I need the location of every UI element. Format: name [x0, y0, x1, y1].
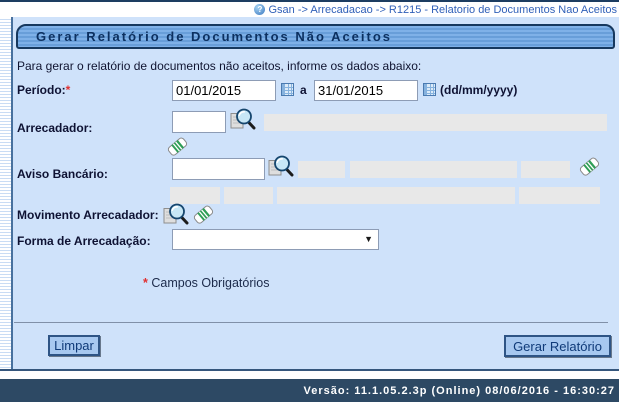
footer-divider [14, 322, 608, 323]
periodo-label: Período:* [17, 83, 70, 97]
periodo-required-marker: * [65, 83, 71, 97]
aviso-bancario-code-input[interactable] [172, 158, 265, 180]
forma-arrecadacao-label: Forma de Arrecadação: [17, 234, 151, 248]
arrecadador-search-icon[interactable] [229, 108, 256, 130]
movimento-arrecadador-label: Movimento Arrecadador: [17, 208, 159, 222]
movimento-clear-icon[interactable] [191, 202, 215, 226]
intro-text: Para gerar o relatório de documentos não… [17, 59, 422, 73]
version-footer-bar: Versão: 11.1.05.2.3p (Online) 08/06/2016… [0, 379, 619, 402]
aviso-bancario-display-3 [521, 161, 570, 178]
periodo-separator: a [300, 83, 307, 97]
left-stripe-decoration [0, 17, 13, 369]
page-area: Gerar Relatório de Documentos Não Aceito… [0, 17, 619, 371]
help-icon[interactable]: ? [254, 4, 266, 15]
forma-arrecadacao-select[interactable]: ▼ [172, 229, 379, 250]
periodo-date-to-input[interactable] [314, 80, 418, 101]
gerar-relatorio-button[interactable]: Gerar Relatório [504, 335, 611, 357]
periodo-date-from-input[interactable] [172, 80, 276, 101]
arrecadador-name-display [264, 114, 607, 131]
arrecadador-clear-icon[interactable] [165, 135, 189, 157]
calendar-to-icon[interactable] [422, 82, 436, 96]
aviso-bancario-search-icon[interactable] [267, 155, 294, 177]
movimento-arrecadador-row: Movimento Arrecadador: [17, 202, 215, 226]
required-fields-note: * Campos Obrigatórios [143, 276, 269, 290]
breadcrumb: Gsan -> Arrecadacao -> R1215 - Relatorio… [268, 3, 617, 16]
aviso-bancario-label: Aviso Bancário: [17, 167, 108, 181]
aviso-bancario-display-2 [350, 161, 517, 178]
periodo-label-text: Período: [17, 83, 66, 97]
version-text: Versão: 11.1.05.2.3p (Online) 08/06/2016… [303, 384, 615, 397]
page-title: Gerar Relatório de Documentos Não Aceito… [36, 29, 393, 44]
aviso-bancario-display-5 [224, 187, 273, 204]
arrecadador-code-input[interactable] [172, 111, 226, 133]
top-breadcrumb-bar: ? Gsan -> Arrecadacao -> R1215 - Relator… [0, 0, 619, 17]
aviso-bancario-clear-icon[interactable] [577, 155, 601, 177]
required-note-marker: * [143, 276, 148, 290]
calendar-from-icon[interactable] [280, 82, 294, 96]
limpar-button[interactable]: Limpar [48, 335, 100, 356]
form-panel: Gerar Relatório de Documentos Não Aceito… [13, 17, 619, 369]
arrecadador-label: Arrecadador: [17, 121, 93, 135]
page-title-bar: Gerar Relatório de Documentos Não Aceito… [16, 24, 615, 49]
aviso-bancario-display-7 [519, 187, 600, 204]
date-format-hint: (dd/mm/yyyy) [440, 83, 518, 97]
required-note-text: Campos Obrigatórios [151, 276, 270, 290]
aviso-bancario-display-1 [298, 161, 345, 178]
gsan-window: ? Gsan -> Arrecadacao -> R1215 - Relator… [0, 0, 619, 402]
movimento-search-icon[interactable] [162, 202, 189, 226]
dropdown-arrow-icon: ▼ [364, 234, 373, 244]
aviso-bancario-display-6 [277, 187, 515, 204]
